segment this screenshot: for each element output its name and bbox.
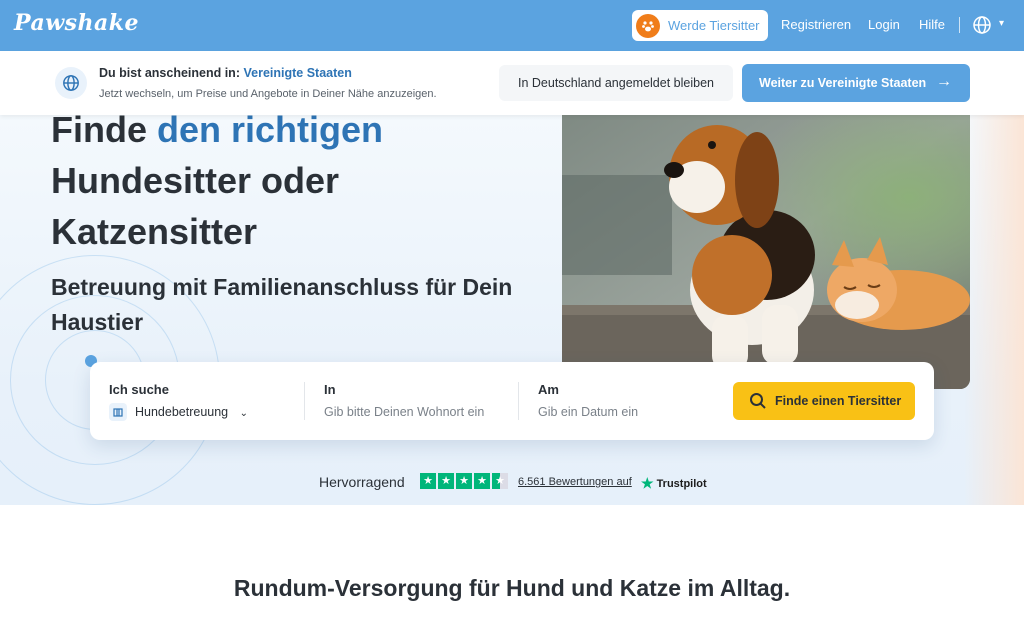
headline-rest: Hundesitter oder Katzensitter bbox=[51, 160, 340, 252]
hero-subheadline: Betreuung mit Familienanschluss für Dein… bbox=[51, 274, 513, 335]
trustpilot-star-icon: ★ bbox=[641, 475, 654, 491]
search-icon bbox=[749, 392, 767, 410]
search-form: Ich suche Hundebetreuung ⌄ In Gib bitte … bbox=[90, 362, 934, 440]
trustpilot-stars: ★ ★ ★ ★ ★ bbox=[420, 473, 508, 489]
chevron-down-icon[interactable]: ▾ bbox=[999, 18, 1004, 29]
dog-and-cat-photo bbox=[562, 115, 970, 389]
field-divider bbox=[518, 382, 519, 420]
half-star-icon: ★ bbox=[492, 473, 508, 489]
hero-tint bbox=[964, 115, 1024, 505]
find-sitter-button[interactable]: Finde einen Tiersitter bbox=[733, 382, 915, 420]
pawshake-logo[interactable]: Pawshake bbox=[14, 10, 139, 36]
reviews-link[interactable]: 6.561 Bewertungen auf bbox=[518, 476, 632, 488]
star-icon: ★ bbox=[420, 473, 436, 489]
paw-icon bbox=[636, 13, 660, 38]
hero-headline: Finde den richtigen Hundesitter oder Kat… bbox=[51, 104, 531, 257]
location-input[interactable]: Gib bitte Deinen Wohnort ein bbox=[324, 405, 484, 419]
register-link[interactable]: Registrieren bbox=[781, 17, 851, 32]
banner-title: Du bist anscheinend in: Vereinigte Staat… bbox=[99, 66, 352, 80]
service-value: Hundebetreuung bbox=[135, 405, 229, 419]
language-globe-icon[interactable] bbox=[972, 15, 992, 35]
login-link[interactable]: Login bbox=[868, 17, 900, 32]
date-input[interactable]: Gib ein Datum ein bbox=[538, 405, 638, 419]
banner-title-prefix: Du bist anscheinend in: bbox=[99, 66, 240, 80]
arrow-right-icon: → bbox=[936, 73, 952, 90]
rating-label: Hervorragend bbox=[319, 474, 405, 490]
become-sitter-label: Werde Tiersitter bbox=[668, 18, 760, 33]
stay-in-germany-button[interactable]: In Deutschland angemeldet bleiben bbox=[499, 65, 733, 101]
headline-accent: den richtigen bbox=[157, 109, 384, 150]
banner-subtitle: Jetzt wechseln, um Preise und Angebote i… bbox=[99, 88, 437, 100]
service-select[interactable]: Hundebetreuung ⌄ bbox=[135, 405, 248, 419]
detected-country: Vereinigte Staaten bbox=[243, 66, 352, 80]
house-icon bbox=[109, 403, 127, 421]
become-sitter-button[interactable]: Werde Tiersitter bbox=[632, 10, 768, 41]
star-icon: ★ bbox=[456, 473, 472, 489]
continue-label: Weiter zu Vereinigte Staaten bbox=[759, 76, 927, 90]
globe-icon bbox=[55, 67, 87, 99]
star-icon: ★ bbox=[474, 473, 490, 489]
field-divider bbox=[304, 382, 305, 420]
nav-divider bbox=[959, 17, 960, 33]
service-label: Ich suche bbox=[109, 382, 169, 397]
trustpilot-brand: Trustpilot bbox=[656, 477, 707, 490]
top-nav: Pawshake Werde Tiersitter Registrieren L… bbox=[0, 0, 1024, 51]
help-link[interactable]: Hilfe bbox=[919, 17, 945, 32]
trustpilot-logo[interactable]: ★ Trustpilot bbox=[641, 475, 707, 492]
continue-to-us-button[interactable]: Weiter zu Vereinigte Staaten → bbox=[742, 64, 970, 102]
section-title: Rundum-Versorgung für Hund und Katze im … bbox=[233, 575, 791, 601]
location-label: In bbox=[324, 382, 336, 397]
find-sitter-label: Finde einen Tiersitter bbox=[775, 394, 902, 408]
location-banner: Du bist anscheinend in: Vereinigte Staat… bbox=[0, 51, 1024, 115]
date-label: Am bbox=[538, 382, 559, 397]
chevron-down-icon: ⌄ bbox=[239, 408, 249, 419]
headline-prefix: Finde bbox=[51, 109, 147, 150]
star-icon: ★ bbox=[438, 473, 454, 489]
